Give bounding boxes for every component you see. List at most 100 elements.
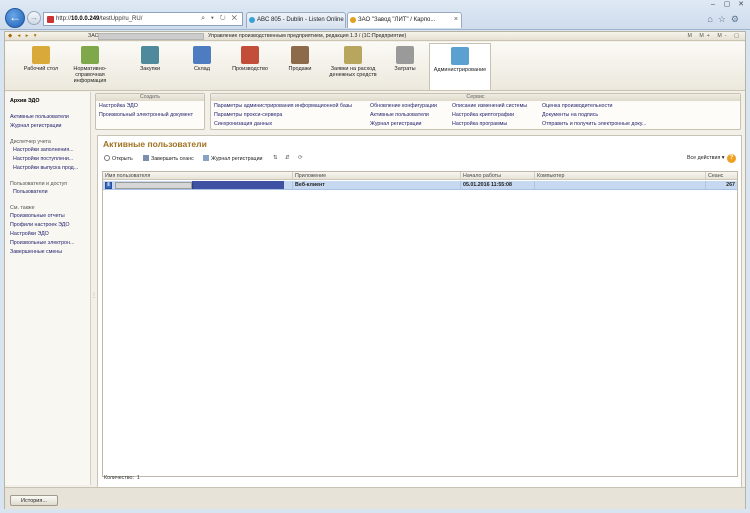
- page-title: Активные пользователи: [103, 139, 207, 149]
- selection-bar: [192, 181, 284, 189]
- cmd-crypto-settings[interactable]: Настройка криптографии: [452, 112, 514, 118]
- nav-archive-edo[interactable]: Архив ЭДО: [10, 98, 39, 104]
- cmd-program-settings[interactable]: Настройка программы: [452, 121, 507, 127]
- cmd-custom-edoc[interactable]: Произвольный электронный документ: [99, 112, 193, 118]
- warehouse-icon: [193, 46, 211, 64]
- create-group: Создать Настройка ЭДО Произвольный элект…: [95, 93, 205, 130]
- col-application[interactable]: Приложение: [292, 172, 460, 179]
- site-favicon-icon: [47, 16, 54, 23]
- cmd-edo-setting[interactable]: Настройка ЭДО: [99, 103, 138, 109]
- end-session-label: Завершить сеанс: [151, 156, 194, 162]
- user-icon: ǁ: [105, 182, 112, 189]
- table-header: Имя пользователя Приложение Начало работ…: [103, 172, 737, 180]
- section-nsi[interactable]: Нормативно-справочная информация: [60, 43, 120, 90]
- nav-active-users[interactable]: Активные пользователи: [10, 114, 69, 120]
- section-purchases[interactable]: Закупки: [120, 43, 180, 90]
- service-group: Сервис Параметры администрирования инфор…: [210, 93, 741, 130]
- nav-users[interactable]: Пользователи: [13, 189, 48, 195]
- cell-session: 267: [705, 181, 737, 189]
- tab-1c[interactable]: ЗАО "Завод "ЛИТ" / Карпо... ×: [347, 12, 462, 28]
- event-log-label: Журнал регистрации: [211, 156, 263, 162]
- memory-buttons[interactable]: М М+ М- ▢: [687, 32, 742, 40]
- window-controls: – ▢ ✕: [706, 0, 748, 10]
- clipboard-icon: [344, 46, 362, 64]
- navigation-panel: Архив ЭДО Активные пользователи Журнал р…: [5, 92, 91, 485]
- factory-icon: [241, 46, 259, 64]
- active-users-form: Активные пользователи Открыть Завершить …: [97, 135, 742, 488]
- open-label: Открыть: [112, 156, 133, 162]
- app-titlebar: ◆ ◂ ▸ ▾ ЗАО Управление производственным …: [5, 32, 745, 41]
- cmd-docs-to-sign[interactable]: Документы на подпись: [542, 112, 598, 118]
- app-window: ◆ ◂ ▸ ▾ ЗАО Управление производственным …: [4, 31, 746, 509]
- nav-group-dispatcher: Диспетчер учета: [10, 139, 51, 145]
- tab-abc-label: ABC 805 - Dublin - Listen Online: [257, 17, 344, 23]
- cmd-ib-admin-params[interactable]: Параметры администрирования информационн…: [214, 103, 352, 109]
- app-title: Управление производственным предприятием…: [208, 33, 407, 39]
- section-panel: Рабочий стол Нормативно-справочная инфор…: [5, 42, 745, 91]
- browser-tools-icon[interactable]: ⌂☆⚙: [707, 14, 744, 25]
- nav-custom-reports[interactable]: Произвольные отчеты: [10, 213, 65, 219]
- tab-abc[interactable]: ABC 805 - Dublin - Listen Online: [246, 12, 346, 28]
- tab-1c-icon: [350, 17, 356, 23]
- cmd-data-sync[interactable]: Синхронизация данных: [214, 121, 272, 127]
- log-icon: [203, 155, 209, 161]
- desktop-icon: [32, 46, 50, 64]
- nav-edo-profiles[interactable]: Профили настроек ЭДО: [10, 222, 69, 228]
- col-computer[interactable]: Компьютер: [534, 172, 705, 179]
- history-button[interactable]: История...: [10, 495, 58, 506]
- sort-desc-icon[interactable]: ⇵: [285, 155, 289, 161]
- service-header: Сервис: [211, 94, 740, 101]
- nav-output-settings[interactable]: Настройки выпуска прод...: [13, 165, 78, 171]
- maximize-button[interactable]: ▢: [720, 0, 734, 8]
- nav-fill-settings[interactable]: Настройки заполнения...: [13, 147, 74, 153]
- back-icon[interactable]: ←: [5, 8, 25, 28]
- nav-receipt-settings[interactable]: Настройки поступлени...: [13, 156, 73, 162]
- address-bar[interactable]: http://10.0.0.249/testUpp/ru_RU/ ⌕ ▾ ↻ ✕: [43, 12, 243, 26]
- refresh-icon[interactable]: ⟳: [298, 155, 302, 161]
- end-session-button[interactable]: Завершить сеанс: [143, 155, 194, 162]
- cmd-performance[interactable]: Оценка производительности: [542, 103, 613, 109]
- section-label: Закупки: [139, 66, 161, 72]
- status-bar: История...: [5, 487, 745, 509]
- cmd-active-users[interactable]: Активные пользователи: [370, 112, 429, 118]
- cell-application: Веб-клиент: [292, 181, 460, 189]
- close-window-button[interactable]: ✕: [734, 0, 748, 8]
- row-count: Количество: 1: [104, 475, 140, 481]
- purchases-icon: [141, 46, 159, 64]
- help-button[interactable]: ?: [727, 154, 736, 163]
- books-icon: [81, 46, 99, 64]
- cell-start-time: 05.01.2016 11:55:08: [460, 181, 534, 189]
- section-label: Нормативно-справочная информация: [73, 66, 107, 84]
- cmd-send-receive-edocs[interactable]: Отправить и получить электронные доку...: [542, 121, 646, 127]
- col-user-name[interactable]: Имя пользователя: [103, 172, 292, 179]
- nav-custom-edocs[interactable]: Произвольные электрон...: [10, 240, 74, 246]
- cell-computer: [534, 181, 705, 189]
- nav-event-log[interactable]: Журнал регистрации: [10, 123, 62, 129]
- cmd-event-log[interactable]: Журнал регистрации: [370, 121, 422, 127]
- forward-icon[interactable]: →: [27, 11, 41, 25]
- cmd-config-update[interactable]: Обновление конфигурации: [370, 103, 437, 109]
- open-button[interactable]: Открыть: [104, 155, 133, 162]
- cmd-proxy-params[interactable]: Параметры прокси-сервера: [214, 112, 282, 118]
- minimize-button[interactable]: –: [706, 1, 720, 8]
- app-menu-icon[interactable]: ◆ ◂ ▸ ▾: [8, 32, 38, 40]
- cmd-changes-description[interactable]: Описание изменений системы: [452, 103, 527, 109]
- close-tab-icon[interactable]: ×: [454, 13, 458, 27]
- col-start-time[interactable]: Начало работы: [460, 172, 534, 179]
- nav-closed-shifts[interactable]: Завершенные смены: [10, 249, 62, 255]
- section-costs[interactable]: Затраты: [375, 43, 435, 90]
- address-actions-icon[interactable]: ⌕ ▾ ↻ ✕: [201, 15, 239, 23]
- sort-asc-icon[interactable]: ⇅: [273, 155, 277, 161]
- all-actions-button[interactable]: Все действия ▾: [687, 155, 724, 161]
- nav-group-users: Пользователи и доступ: [10, 181, 68, 187]
- redacted-org-name: [98, 33, 204, 40]
- event-log-button[interactable]: Журнал регистрации: [203, 155, 263, 162]
- section-label: Администрирование: [433, 67, 487, 73]
- nav-group-see-also: См. также: [10, 205, 35, 211]
- form-toolbar: Открыть Завершить сеанс Журнал регистрац…: [102, 154, 738, 165]
- table-row[interactable]: ǁ Веб-клиент 05.01.2016 11:55:08 267: [103, 181, 737, 190]
- section-administration[interactable]: Администрирование: [429, 43, 491, 90]
- section-label: Затраты: [394, 66, 416, 72]
- nav-edo-settings[interactable]: Настройки ЭДО: [10, 231, 49, 237]
- col-session[interactable]: Сеанс: [705, 172, 737, 179]
